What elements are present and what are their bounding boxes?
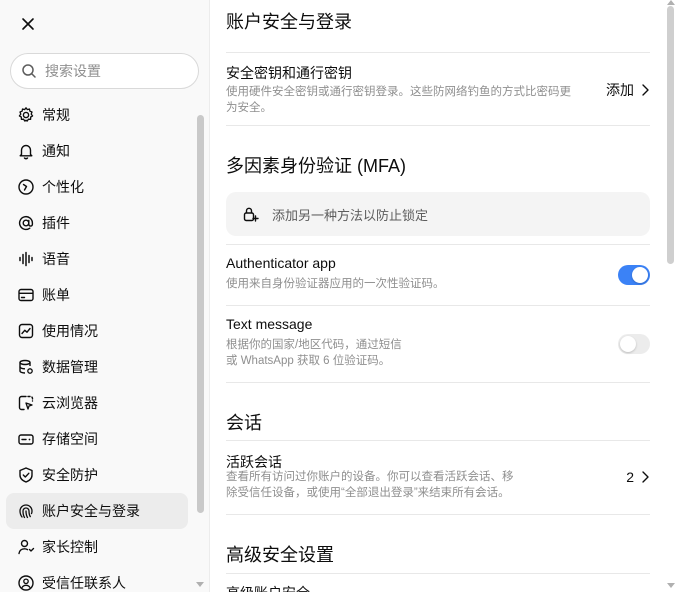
text-message-description-line1: 根据你的国家/地区代码，通过短信 [226,339,402,351]
sidebar-item-label: 常规 [42,107,70,123]
divider [226,305,650,306]
passkey-add-button[interactable]: 添加 [606,80,650,100]
sidebar-item-label: 存储空间 [42,431,98,447]
parent-icon [16,537,36,557]
section-title-sessions: 会话 [226,413,262,433]
sidebar-item-general[interactable]: 常规 [6,97,188,133]
main-scroll-up-arrow[interactable] [667,0,675,5]
authenticator-app-title: Authenticator app [226,255,336,271]
divider [226,52,650,53]
settings-content: 账户安全与登录 安全密钥和通行密钥 使用硬件安全密钥或通行密钥登录。这些防网络钓… [226,0,650,592]
sidebar-item-label: 受信任联系人 [42,575,126,591]
chart-icon [16,321,36,341]
divider [226,244,650,245]
sidebar-item-voice[interactable]: 语音 [6,241,188,277]
settings-sidebar: 常规 通知 个性化 插件 语音 账单 使用情况 数据管理 [0,0,210,592]
sidebar-item-security[interactable]: 安全防护 [6,457,188,493]
sidebar-item-label: 个性化 [42,179,84,195]
passkey-add-label: 添加 [606,82,634,98]
active-sessions-count: 2 [626,469,634,485]
contact-icon [16,573,36,592]
personalize-icon [16,177,36,197]
main-scrollbar-thumb[interactable] [667,6,674,264]
card-icon [16,285,36,305]
section-title-mfa: 多因素身份验证 (MFA) [226,156,406,176]
bell-icon [16,141,36,161]
sidebar-item-billing[interactable]: 账单 [6,277,188,313]
search-input[interactable] [45,63,185,79]
at-icon [16,213,36,233]
sidebar-item-parental-controls[interactable]: 家长控制 [6,529,188,565]
sidebar-item-label: 插件 [42,215,70,231]
main-scroll-down-arrow[interactable] [667,583,675,588]
active-sessions-description-line1: 查看所有访问过你账户的设备。你可以查看活跃会话、移 [226,471,514,483]
active-sessions-button[interactable]: 2 [626,469,650,485]
sidebar-item-label: 账户安全与登录 [42,503,140,519]
chevron-right-icon [642,471,649,483]
sidebar-item-label: 账单 [42,287,70,303]
gear-icon [16,105,36,125]
section-title-advanced-security: 高级安全设置 [226,545,334,565]
sidebar-item-plugins[interactable]: 插件 [6,205,188,241]
sidebar-item-label: 家长控制 [42,539,98,555]
sidebar-item-label: 云浏览器 [42,395,98,411]
search-icon [22,64,36,78]
chevron-right-icon [642,84,649,96]
sidebar-item-label: 数据管理 [42,359,98,375]
sidebar-item-label: 通知 [42,143,70,159]
settings-nav: 常规 通知 个性化 插件 语音 账单 使用情况 数据管理 云浏览器 存储空间 安… [6,97,188,592]
storage-icon [16,429,36,449]
database-icon [16,357,36,377]
sidebar-item-label: 安全防护 [42,467,98,483]
sidebar-item-label: 语音 [42,251,70,267]
authenticator-app-toggle[interactable] [618,265,650,285]
divider [226,514,650,515]
passkey-description-line1: 使用硬件安全密钥或通行密钥登录。这些防网络钓鱼的方式比密码更 [226,86,571,98]
sidebar-item-account-security[interactable]: 账户安全与登录 [6,493,188,529]
sidebar-scrollbar-thumb[interactable] [197,115,204,513]
sidebar-item-cloud-browser[interactable]: 云浏览器 [6,385,188,421]
passkey-description-line2: 为安全。 [226,102,272,114]
close-button[interactable] [14,10,42,38]
section-title-account-security: 账户安全与登录 [226,12,352,32]
authenticator-app-description: 使用来自身份验证器应用的一次性验证码。 [226,278,445,290]
text-message-toggle[interactable] [618,334,650,354]
text-message-description-line2: 或 WhatsApp 获取 6 位验证码。 [226,355,391,367]
sidebar-item-trusted-contacts[interactable]: 受信任联系人 [6,565,188,592]
lock-add-icon [243,207,259,222]
sidebar-item-notifications[interactable]: 通知 [6,133,188,169]
sidebar-item-storage[interactable]: 存储空间 [6,421,188,457]
divider [226,382,650,383]
divider [226,125,650,126]
passkey-title: 安全密钥和通行密钥 [226,65,352,81]
sidebar-item-label: 使用情况 [42,323,98,339]
voice-wave-icon [16,249,36,269]
toggle-knob [632,267,648,283]
mfa-add-method-button[interactable]: 添加另一种方法以防止锁定 [226,192,650,236]
close-icon [22,18,34,30]
cloud-browser-icon [16,393,36,413]
sidebar-item-usage[interactable]: 使用情况 [6,313,188,349]
shield-icon [16,465,36,485]
sidebar-item-personalization[interactable]: 个性化 [6,169,188,205]
advanced-account-security-title: 高级账户安全 [226,583,310,592]
text-message-title: Text message [226,316,313,332]
active-sessions-description-line2: 除受信任设备，或使用“全部退出登录”来结束所有会话。 [226,487,510,499]
mfa-add-method-label: 添加另一种方法以防止锁定 [272,207,429,223]
search-box[interactable] [10,53,199,89]
sidebar-scroll-down-arrow[interactable] [196,582,204,587]
divider [226,440,650,441]
toggle-knob [620,336,636,352]
sidebar-item-data-controls[interactable]: 数据管理 [6,349,188,385]
divider [226,573,650,574]
fingerprint-icon [16,501,36,521]
